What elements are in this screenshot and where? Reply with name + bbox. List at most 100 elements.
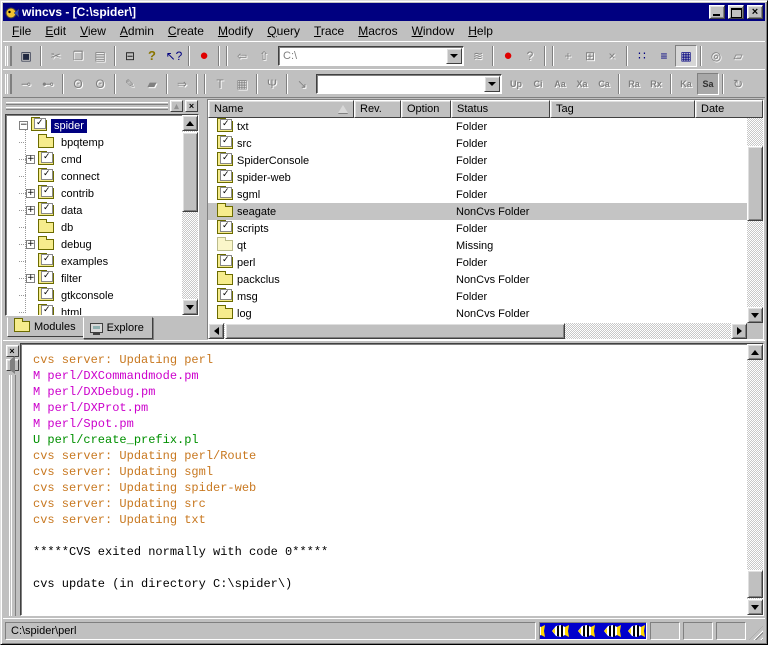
view-report-button[interactable]: ▦ — [675, 45, 697, 67]
delete-button[interactable]: × — [601, 45, 623, 67]
menu-item-admin[interactable]: Admin — [113, 22, 161, 40]
add-binary-button[interactable]: ⊞ — [579, 45, 601, 67]
pane-splitter[interactable] — [200, 98, 207, 340]
goto-button[interactable]: ↘ — [291, 73, 313, 95]
file-row[interactable]: src Folder — [208, 135, 747, 152]
run-cvs-button[interactable]: ⇒ — [171, 73, 193, 95]
pane-close-button[interactable]: × — [185, 100, 198, 112]
list-horizontal-scrollbar[interactable] — [208, 323, 747, 339]
refresh-button[interactable]: ↻ — [727, 73, 749, 95]
tree-item-label[interactable]: html — [58, 306, 85, 316]
scroll-thumb[interactable] — [747, 570, 763, 598]
menu-item-file[interactable]: File — [5, 22, 38, 40]
column-header[interactable]: Date — [695, 100, 763, 118]
pane-pin-button[interactable]: ▴ — [170, 100, 183, 112]
explore-folder-button[interactable]: ▱ — [727, 45, 749, 67]
stop-cvs-button[interactable]: ● — [497, 45, 519, 67]
paste-button[interactable]: ▤ — [89, 45, 111, 67]
tree-item-label[interactable]: db — [58, 221, 76, 235]
menu-item-edit[interactable]: Edit — [38, 22, 73, 40]
commit-button[interactable]: Ci — [527, 73, 549, 95]
file-row[interactable]: msg Folder — [208, 288, 747, 305]
column-header[interactable]: Tag — [550, 100, 695, 118]
browse-location-button[interactable]: ≋ — [467, 45, 489, 67]
column-header[interactable]: Option — [401, 100, 451, 118]
tree-item[interactable]: + data — [6, 202, 182, 219]
view-tree-button[interactable]: ≡ — [653, 45, 675, 67]
tree-vertical-scrollbar[interactable] — [182, 115, 198, 315]
tree-expander[interactable]: + — [26, 274, 35, 283]
tree-item[interactable]: + contrib — [6, 185, 182, 202]
tree-expander[interactable]: + — [26, 189, 35, 198]
tree-item[interactable]: + debug — [6, 236, 182, 253]
scroll-up-button[interactable] — [182, 115, 198, 131]
resize-grip[interactable] — [749, 626, 763, 640]
stop-button[interactable]: ● — [193, 45, 215, 67]
menu-item-query[interactable]: Query — [260, 22, 307, 40]
minimize-button[interactable] — [709, 5, 725, 19]
file-row[interactable]: scripts Folder — [208, 220, 747, 237]
tree-expander[interactable]: + — [26, 206, 35, 215]
close-button[interactable]: × — [747, 5, 763, 19]
tree-item-label[interactable]: data — [58, 204, 85, 218]
scroll-thumb[interactable] — [747, 146, 763, 221]
cut-button[interactable]: ✂ — [45, 45, 67, 67]
list-vertical-scrollbar[interactable] — [747, 118, 763, 323]
tree-item[interactable]: examples — [6, 253, 182, 270]
module-combo[interactable] — [316, 74, 502, 94]
path-combo[interactable]: C:\ — [278, 46, 464, 66]
erase-button[interactable]: ▰ — [141, 73, 163, 95]
column-header[interactable]: Status — [451, 100, 550, 118]
tree-report-button[interactable]: Ψ — [261, 73, 283, 95]
help-button[interactable]: ? — [141, 45, 163, 67]
tree-item-label[interactable]: examples — [58, 255, 111, 269]
menu-item-create[interactable]: Create — [161, 22, 211, 40]
file-row[interactable]: seagate NonCvs Folder — [208, 203, 747, 220]
scroll-down-button[interactable] — [747, 307, 763, 323]
file-row[interactable]: spider-web Folder — [208, 169, 747, 186]
file-row[interactable]: log NonCvs Folder — [208, 305, 747, 322]
save-button[interactable]: ▣ — [15, 45, 37, 67]
folder-up-button[interactable]: ⇧ — [253, 45, 275, 67]
tree-expander[interactable]: + — [26, 155, 35, 164]
menu-item-help[interactable]: Help — [461, 22, 500, 40]
console-output[interactable]: cvs server: Updating perl M perl/DXComma… — [20, 343, 764, 616]
tree-item-label[interactable]: bpqtemp — [58, 136, 107, 150]
scroll-right-button[interactable] — [731, 323, 747, 339]
tab-modules[interactable]: Modules — [7, 317, 85, 337]
module-combo-dropdown[interactable] — [484, 76, 500, 92]
console-dock-button[interactable] — [6, 359, 19, 371]
text-report-button[interactable]: T — [209, 73, 231, 95]
file-row[interactable]: txt Folder — [208, 118, 747, 135]
menu-item-trace[interactable]: Trace — [307, 22, 351, 40]
file-row[interactable]: perl Folder — [208, 254, 747, 271]
print-button[interactable]: ⊟ — [119, 45, 141, 67]
tree-item-label[interactable]: spider — [51, 119, 87, 133]
console-vertical-scrollbar[interactable] — [747, 344, 763, 615]
tree-item[interactable]: + cmd — [6, 151, 182, 168]
cvs-help-button[interactable]: ? — [519, 45, 541, 67]
console-gripper[interactable]: × — [4, 343, 20, 616]
toolbar-gripper[interactable] — [5, 46, 12, 66]
scroll-left-button[interactable] — [208, 323, 224, 339]
path-combo-dropdown[interactable] — [446, 48, 462, 64]
column-header[interactable]: Rev. — [354, 100, 401, 118]
context-help-button[interactable]: ↖? — [163, 45, 185, 67]
scroll-up-button[interactable] — [747, 344, 763, 360]
tree-item[interactable]: html — [6, 304, 182, 315]
file-row[interactable]: sgml Folder — [208, 186, 747, 203]
tree-item[interactable]: bpqtemp — [6, 134, 182, 151]
update-button[interactable]: Up — [505, 73, 527, 95]
copy-button[interactable]: ❐ — [67, 45, 89, 67]
menu-item-macros[interactable]: Macros — [351, 22, 404, 40]
query-update-button[interactable]: Ra — [623, 73, 645, 95]
tree-item[interactable]: connect — [6, 168, 182, 185]
tree-expander[interactable]: − — [19, 121, 28, 130]
tree-item[interactable]: db — [6, 219, 182, 236]
pane-gripper[interactable]: ▴ × — [5, 99, 199, 114]
maximize-button[interactable] — [728, 5, 744, 19]
view-changes-button[interactable]: ʘ — [67, 73, 89, 95]
title-bar[interactable]: wincvs - [C:\spider\] × — [3, 3, 765, 21]
status-button[interactable]: Sa — [697, 73, 719, 95]
scroll-thumb[interactable] — [225, 323, 565, 339]
